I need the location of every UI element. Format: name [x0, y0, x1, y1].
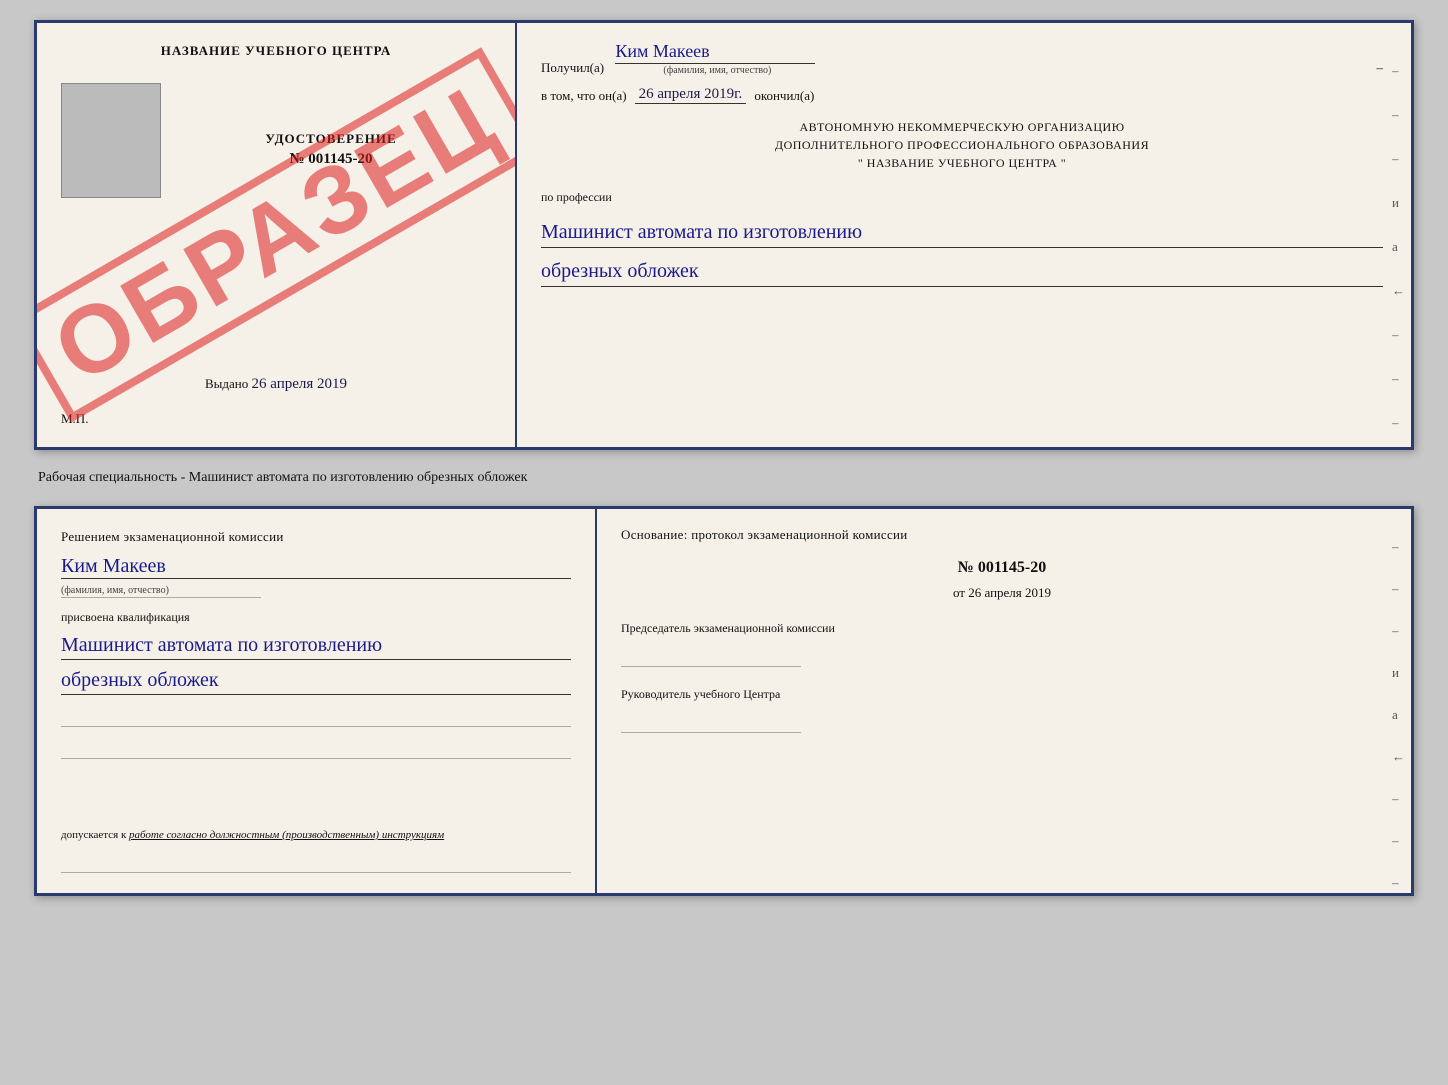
- profession-line1: Машинист автомата по изготовлению: [541, 219, 1383, 248]
- chairman-label: Председатель экзаменационной комиссии: [621, 619, 1383, 637]
- recipient-sub: (фамилия, имя, отчество): [619, 65, 815, 76]
- decision-text: Решением экзаменационной комиссии: [61, 529, 571, 545]
- director-label: Руководитель учебного Центра: [621, 685, 1383, 703]
- top-right-panel: Получил(а) Ким Макеев (фамилия, имя, отч…: [517, 23, 1411, 447]
- допускается-block: допускается к работе согласно должностны…: [61, 829, 571, 841]
- recipient-row: Получил(а) Ким Макеев (фамилия, имя, отч…: [541, 41, 1383, 76]
- assigned-label: присвоена квалификация: [61, 610, 571, 625]
- recipient-prefix: Получил(а): [541, 60, 604, 76]
- side-dashes-bottom: – – – и а ← – – –: [1392, 539, 1405, 891]
- issued-line: Выдано 26 апреля 2019: [205, 376, 347, 393]
- org-line2: ДОПОЛНИТЕЛЬНОГО ПРОФЕССИОНАЛЬНОГО ОБРАЗО…: [541, 136, 1383, 154]
- dash-right: –: [1377, 60, 1384, 76]
- date-row: в том, что он(а) 26 апреля 2019г. окончи…: [541, 86, 1383, 104]
- side-dashes-top: – – – и а ← – – –: [1392, 63, 1405, 431]
- date-value: 26 апреля 2019г.: [635, 86, 747, 104]
- bottom-left-panel: Решением экзаменационной комиссии Ким Ма…: [37, 509, 597, 893]
- empty-line-2: [61, 739, 571, 759]
- profession-label: по профессии: [541, 190, 1383, 205]
- org-line1: АВТОНОМНУЮ НЕКОММЕРЧЕСКУЮ ОРГАНИЗАЦИЮ: [541, 118, 1383, 136]
- issued-label: Выдано: [205, 376, 248, 391]
- date-val: 26 апреля 2019: [968, 585, 1051, 600]
- protocol-number: № 001145-20: [621, 559, 1383, 577]
- допускается-val: работе согласно должностным (производств…: [129, 829, 444, 841]
- basis-text: Основание: протокол экзаменационной коми…: [621, 527, 1383, 543]
- bottom-name: Ким Макеев: [61, 555, 571, 579]
- chairman-sign-line: [621, 649, 801, 667]
- empty-line-1: [61, 707, 571, 727]
- bottom-right-panel: Основание: протокол экзаменационной коми…: [597, 509, 1411, 893]
- director-sign-line: [621, 715, 801, 733]
- допускается-prefix: допускается к: [61, 829, 126, 841]
- cert-number: № 001145-20: [289, 151, 372, 168]
- org-block: АВТОНОМНУЮ НЕКОММЕРЧЕСКУЮ ОРГАНИЗАЦИЮ ДО…: [541, 118, 1383, 172]
- bottom-document: Решением экзаменационной комиссии Ким Ма…: [34, 506, 1414, 896]
- protocol-date: от 26 апреля 2019: [621, 585, 1383, 601]
- profession-line2: обрезных обложек: [541, 258, 1383, 287]
- date-suffix: окончил(а): [754, 88, 814, 104]
- date-prefix: в том, что он(а): [541, 88, 627, 104]
- empty-line-3: [61, 853, 571, 873]
- photo-placeholder: [61, 83, 161, 198]
- top-document: НАЗВАНИЕ УЧЕБНОГО ЦЕНТРА УДОСТОВЕРЕНИЕ №…: [34, 20, 1414, 450]
- bottom-name-sub: (фамилия, имя, отчество): [61, 585, 261, 598]
- middle-caption: Рабочая специальность - Машинист автомат…: [34, 468, 1414, 488]
- top-title: НАЗВАНИЕ УЧЕБНОГО ЦЕНТРА: [161, 43, 392, 59]
- date-prefix: от: [953, 585, 965, 600]
- top-left-panel: НАЗВАНИЕ УЧЕБНОГО ЦЕНТРА УДОСТОВЕРЕНИЕ №…: [37, 23, 517, 447]
- cert-label: УДОСТОВЕРЕНИЕ: [265, 131, 396, 147]
- issued-date: 26 апреля 2019: [251, 376, 347, 392]
- recipient-name: Ким Макеев: [615, 41, 815, 64]
- org-line3: " НАЗВАНИЕ УЧЕБНОГО ЦЕНТРА ": [541, 154, 1383, 172]
- qual-line1: Машинист автомата по изготовлению: [61, 631, 571, 660]
- qual-line2: обрезных обложек: [61, 666, 571, 695]
- mp-label: М.П.: [61, 411, 88, 427]
